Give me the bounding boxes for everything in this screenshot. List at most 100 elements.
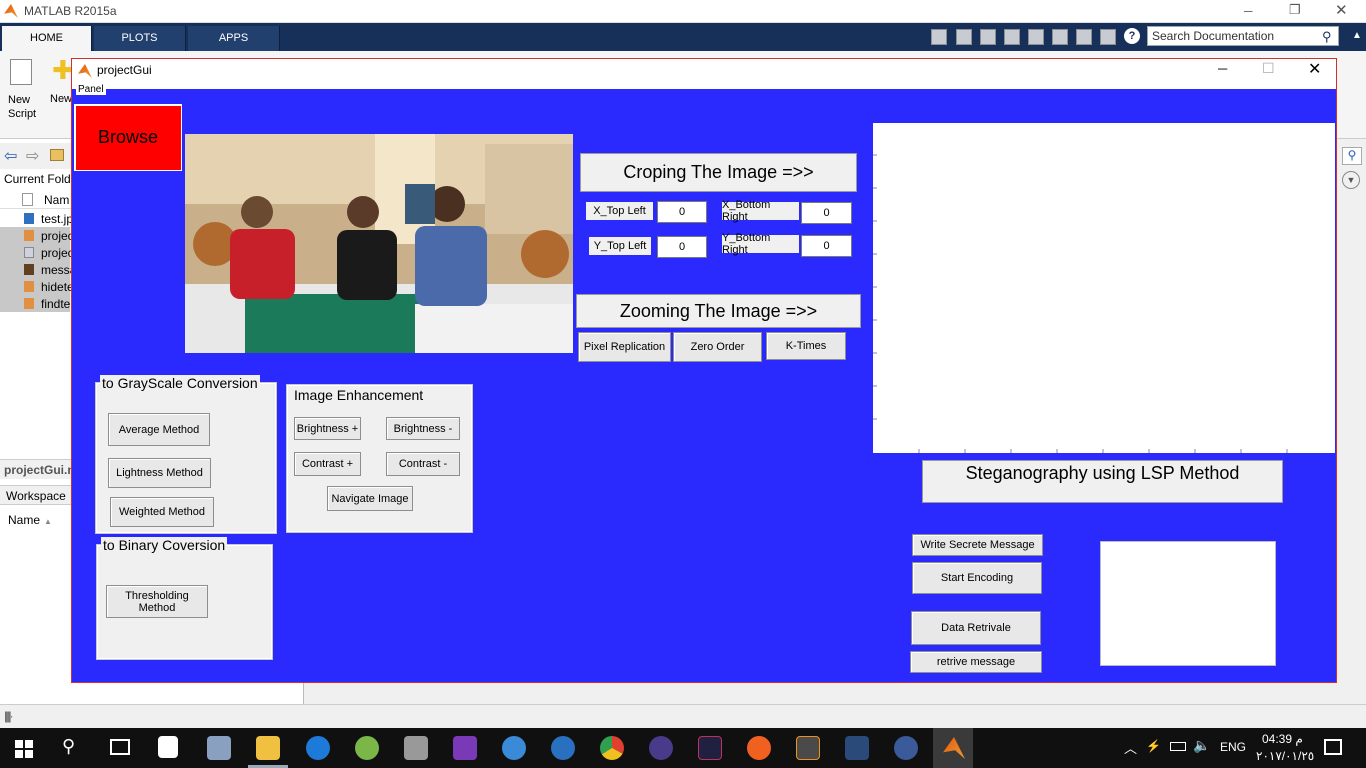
folder-up-icon[interactable]	[50, 149, 64, 161]
zero-order-button[interactable]: Zero Order	[673, 332, 762, 362]
contrast-plus-button[interactable]: Contrast +	[294, 452, 361, 476]
toolstrip-icon[interactable]	[931, 29, 947, 45]
action-center-icon[interactable]	[1324, 739, 1342, 755]
figure-minimize-icon[interactable]: ─	[1218, 61, 1227, 76]
pixel-replication-button[interactable]: Pixel Replication	[578, 332, 671, 362]
android-studio-icon[interactable]	[355, 736, 379, 760]
new-script-icon[interactable]	[10, 59, 32, 85]
minimize-icon[interactable]: ─	[1244, 4, 1253, 18]
tab-apps[interactable]: APPS	[188, 26, 280, 51]
photos-app-icon[interactable]	[207, 736, 231, 760]
search-icon[interactable]: ⚲	[1322, 29, 1332, 45]
dropdown-icon[interactable]: ▼	[1342, 171, 1360, 189]
feather-icon[interactable]	[747, 736, 771, 760]
close-icon[interactable]: ✕	[1335, 1, 1348, 19]
clock-time[interactable]: 04:39 م	[1262, 732, 1303, 746]
start-encoding-button[interactable]: Start Encoding	[912, 562, 1042, 594]
tab-home[interactable]: HOME	[2, 26, 92, 51]
file-name: projec	[41, 229, 74, 243]
main-panel: Panel Browse Croping The Image =>> X_Top…	[72, 84, 1336, 682]
list-item[interactable]: messa	[0, 261, 76, 278]
new-button[interactable]: New	[50, 93, 72, 105]
battery-icon[interactable]	[1170, 742, 1186, 751]
redo-icon[interactable]	[1076, 29, 1092, 45]
volume-icon[interactable]: 🔈	[1193, 737, 1210, 754]
list-item[interactable]: findte	[0, 295, 70, 312]
cut-icon[interactable]	[980, 29, 996, 45]
visual-studio-icon[interactable]	[453, 736, 477, 760]
edge-icon[interactable]	[306, 736, 330, 760]
write-secret-message-button[interactable]: Write Secrete Message	[912, 534, 1043, 556]
retrieve-message-button[interactable]: retrive message	[910, 651, 1042, 673]
cortana-search-icon[interactable]: ⚲	[62, 736, 75, 757]
brightness-plus-button[interactable]: Brightness +	[294, 417, 361, 440]
eclipse-icon[interactable]	[649, 736, 673, 760]
status-grip-icon: |||||·	[4, 709, 13, 723]
collapse-toolstrip-icon[interactable]: ▲	[1352, 30, 1362, 41]
lightness-method-button[interactable]: Lightness Method	[108, 458, 211, 488]
list-item[interactable]: test.jp	[0, 210, 74, 227]
list-item[interactable]: hidete	[0, 278, 74, 295]
app-blue-icon[interactable]	[551, 736, 575, 760]
x-bottom-right-input[interactable]: 0	[801, 202, 852, 224]
figure-app-icon	[78, 64, 92, 78]
sublime-icon[interactable]	[796, 736, 820, 760]
start-icon[interactable]	[15, 740, 33, 758]
network-status-icon[interactable]: ⚡	[1146, 739, 1161, 753]
y-top-left-input[interactable]: 0	[657, 236, 707, 258]
forward-arrow-icon[interactable]: ⇨	[26, 146, 39, 166]
figure-title: projectGui	[97, 63, 152, 77]
panel-title: Panel	[76, 84, 106, 95]
database-icon[interactable]	[404, 736, 428, 760]
contrast-minus-button[interactable]: Contrast -	[386, 452, 460, 476]
chrome-icon[interactable]	[600, 736, 624, 760]
intellij-icon[interactable]	[698, 736, 722, 760]
workspace-name-header: Name	[8, 513, 41, 527]
data-retrieval-button[interactable]: Data Retrivale	[911, 611, 1041, 645]
workspace-name-column[interactable]: Name ▲	[8, 513, 52, 527]
matlab-logo-icon	[4, 4, 18, 18]
x-bottom-right-label: X_Bottom Right	[722, 199, 799, 223]
message-textbox[interactable]	[1100, 541, 1276, 666]
restore-icon[interactable]: ❐	[1289, 2, 1301, 18]
enhancement-group: Image Enhancement Brightness + Brightnes…	[286, 384, 473, 533]
figure-close-icon[interactable]: ✕	[1308, 59, 1321, 79]
file-name: projec	[41, 246, 74, 260]
browse-button[interactable]: Browse	[74, 104, 182, 171]
weighted-method-button[interactable]: Weighted Method	[110, 497, 214, 527]
fig-file-icon	[24, 230, 34, 241]
zoom-icon[interactable]: ⚲	[1342, 147, 1362, 165]
network-app-icon[interactable]	[845, 736, 869, 760]
navigate-image-button[interactable]: Navigate Image	[327, 486, 413, 511]
new-script-button[interactable]: New Script	[8, 93, 36, 121]
show-hidden-icons[interactable]: ︿	[1124, 738, 1137, 757]
file-explorer-icon[interactable]	[256, 736, 280, 760]
x-top-left-input[interactable]: 0	[657, 201, 707, 223]
k-times-button[interactable]: K-Times	[766, 332, 846, 360]
figure-maximize-icon[interactable]: ☐	[1262, 60, 1275, 77]
thresholding-method-button[interactable]: Thresholding Method	[106, 585, 208, 618]
help-icon[interactable]: ?	[1124, 28, 1140, 44]
save-icon[interactable]	[956, 29, 972, 45]
list-item[interactable]: projec	[0, 244, 74, 261]
switch-windows-icon[interactable]	[1100, 29, 1116, 45]
average-method-button[interactable]: Average Method	[108, 413, 210, 446]
netbeans-icon[interactable]	[894, 736, 918, 760]
app-swirl-icon[interactable]	[502, 736, 526, 760]
task-view-icon[interactable]	[110, 739, 130, 755]
undo-icon[interactable]	[1052, 29, 1068, 45]
y-bottom-right-input[interactable]: 0	[801, 235, 852, 257]
paste-icon[interactable]	[1028, 29, 1044, 45]
copy-icon[interactable]	[1004, 29, 1020, 45]
back-arrow-icon[interactable]: ⇦	[4, 146, 17, 166]
fig-file-icon	[24, 298, 34, 309]
brightness-minus-button[interactable]: Brightness -	[386, 417, 460, 440]
new-icon[interactable]: ✚	[52, 57, 74, 83]
clock-date[interactable]: ٢٠١٧/٠١/٢٥	[1256, 749, 1314, 763]
store-icon[interactable]	[158, 736, 178, 758]
search-documentation-input[interactable]: Search Documentation	[1147, 26, 1339, 46]
list-item[interactable]: projec	[0, 227, 74, 244]
file-name: test.jp	[41, 212, 74, 226]
tab-plots[interactable]: PLOTS	[94, 26, 186, 51]
language-indicator[interactable]: ENG	[1220, 740, 1246, 754]
